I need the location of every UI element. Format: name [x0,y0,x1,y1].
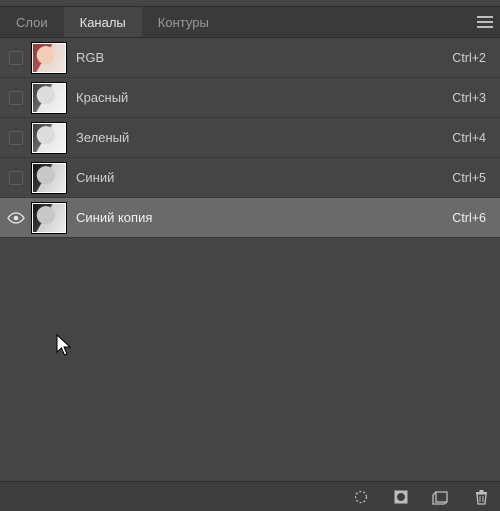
channel-row[interactable]: СинийCtrl+5 [0,158,500,198]
visibility-empty [9,51,23,65]
channel-shortcut: Ctrl+4 [452,131,492,145]
tab-label: Слои [16,15,48,30]
save-selection-as-channel-button[interactable] [392,488,410,506]
eye-icon [4,198,28,237]
panel-tabbar: Слои Каналы Контуры [0,7,500,38]
thumbnail-image [33,124,65,152]
visibility-empty [9,131,23,145]
thumbnail-image [33,164,65,192]
panel-menu-icon [477,16,493,28]
delete-channel-button[interactable] [472,488,490,506]
channel-shortcut: Ctrl+3 [452,91,492,105]
new-channel-button[interactable] [432,488,450,506]
channel-name: RGB [74,50,452,65]
visibility-toggle[interactable] [4,118,28,157]
visibility-toggle[interactable] [4,38,28,77]
visibility-empty [9,91,23,105]
channel-thumbnail[interactable] [32,123,66,153]
tab-layers[interactable]: Слои [0,7,64,37]
visibility-toggle[interactable] [4,78,28,117]
visibility-toggle[interactable] [4,158,28,197]
mask-icon [393,489,409,505]
panel-menu-button[interactable] [470,7,500,37]
load-channel-as-selection-button[interactable] [352,488,370,506]
channel-shortcut: Ctrl+5 [452,171,492,185]
tabbar-spacer [225,7,470,37]
channel-row[interactable]: ЗеленыйCtrl+4 [0,118,500,158]
tab-label: Контуры [158,15,209,30]
channel-list: RGBCtrl+2КрасныйCtrl+3ЗеленыйCtrl+4Синий… [0,38,500,238]
tab-label: Каналы [80,15,126,30]
thumbnail-image [33,204,65,232]
thumbnail-image [33,44,65,72]
channel-shortcut: Ctrl+2 [452,51,492,65]
visibility-toggle[interactable] [4,198,28,237]
channel-thumbnail[interactable] [32,83,66,113]
channel-thumbnail[interactable] [32,203,66,233]
tab-channels[interactable]: Каналы [64,7,142,37]
channel-row[interactable]: Синий копияCtrl+6 [0,198,500,238]
channel-thumbnail[interactable] [32,163,66,193]
channel-name: Синий [74,170,452,185]
channel-thumbnail[interactable] [32,43,66,73]
channel-name: Синий копия [74,210,452,225]
panel-titlebar [0,0,500,7]
load-selection-icon [353,489,369,505]
mouse-cursor [56,334,74,361]
channel-name: Зеленый [74,130,452,145]
delete-icon [474,489,489,505]
channels-panel: Слои Каналы Контуры RGBCtrl+2КрасныйCtrl… [0,0,500,511]
tab-paths[interactable]: Контуры [142,7,225,37]
channel-row[interactable]: КрасныйCtrl+3 [0,78,500,118]
visibility-empty [9,171,23,185]
channel-name: Красный [74,90,452,105]
channel-shortcut: Ctrl+6 [452,211,492,225]
thumbnail-image [33,84,65,112]
new-channel-icon [432,489,450,505]
panel-bottom-bar [0,481,500,511]
channel-row[interactable]: RGBCtrl+2 [0,38,500,78]
